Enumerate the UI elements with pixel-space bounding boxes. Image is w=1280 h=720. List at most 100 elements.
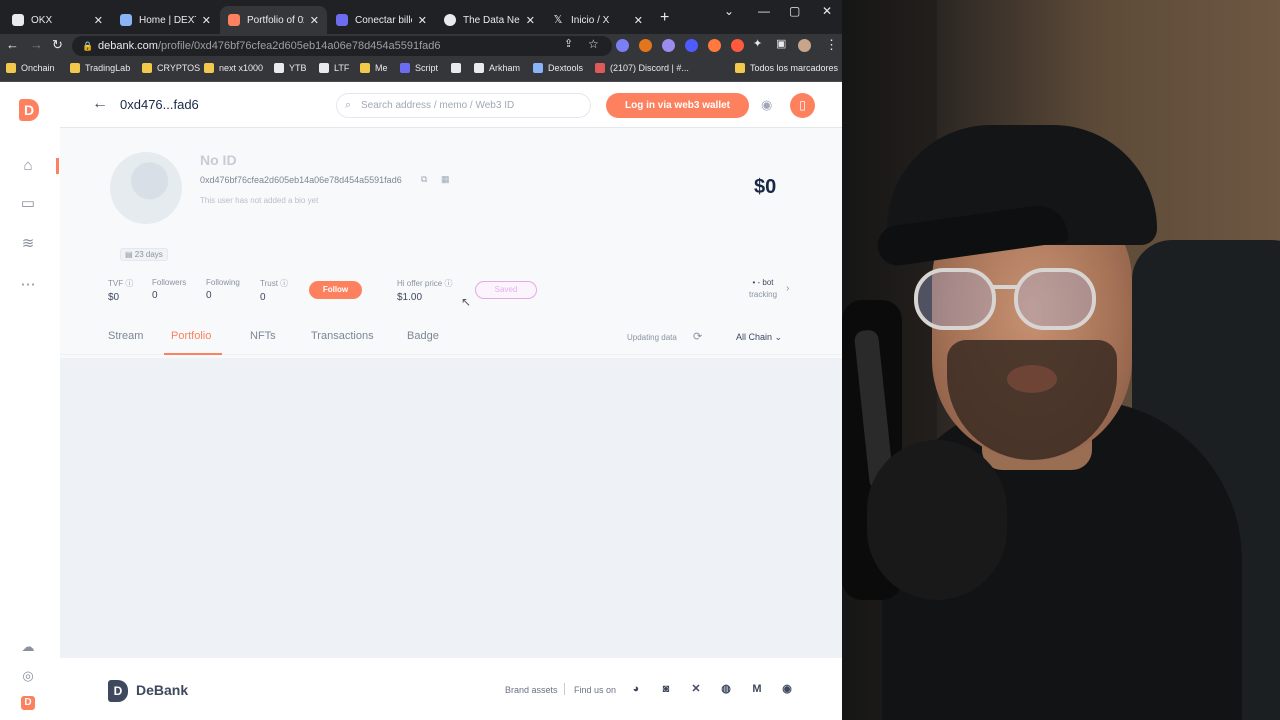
avatar — [110, 152, 182, 224]
bookmark-item[interactable] — [451, 63, 466, 73]
profile-card: No ID 0xd476bf76cfea2d605eb14a06e78d454a… — [60, 128, 842, 358]
x-logo-icon: 𝕏 — [553, 14, 563, 26]
extension-icon[interactable] — [685, 39, 698, 52]
close-tab-icon[interactable]: ✕ — [202, 14, 211, 27]
back-icon[interactable]: ← — [6, 37, 19, 52]
active-tab-underline — [164, 353, 222, 355]
mobile-app-button[interactable]: ▯ — [790, 93, 815, 118]
medium-icon[interactable]: M — [750, 682, 764, 696]
extension-icon[interactable] — [616, 39, 629, 52]
copy-icon[interactable]: ⧉ — [421, 174, 427, 185]
side-panel-icon[interactable]: ▣ — [776, 37, 786, 50]
settings-icon[interactable]: ◎ — [19, 667, 37, 685]
sidebar: D ⌂ ▭ ≋ ⋯ ☁ ◎ D — [0, 83, 60, 720]
discord-icon — [595, 63, 605, 73]
close-tab-icon[interactable]: ✕ — [418, 14, 427, 27]
close-tab-icon[interactable]: ✕ — [94, 14, 103, 27]
debank-logo[interactable]: D — [19, 99, 39, 121]
stat-following[interactable]: Following 0 — [206, 278, 240, 301]
stat-followers[interactable]: Followers 0 — [152, 278, 186, 301]
browser-tab-x[interactable]: 𝕏 Inicio / X ✕ — [544, 6, 651, 34]
debank-app-icon[interactable]: D — [21, 696, 35, 710]
x-twitter-icon[interactable]: ✕ — [689, 682, 703, 696]
debank-social-icon[interactable]: ◕ — [629, 682, 643, 696]
address-bar[interactable]: 🔒 debank.com/profile/0xd476bf76cfea2d605… — [72, 36, 612, 56]
link-icon — [451, 63, 461, 73]
login-web3-wallet-button[interactable]: Log in via web3 wallet — [606, 93, 749, 118]
cloud-icon[interactable]: ☁ — [19, 638, 37, 656]
brand-assets-link[interactable]: Brand assets — [505, 685, 558, 695]
bookmark-item[interactable]: TradingLab — [70, 63, 130, 73]
saved-button[interactable]: Saved — [475, 281, 537, 299]
extensions-puzzle-icon[interactable]: ✦ — [753, 37, 762, 50]
tab-search-icon[interactable]: ⌄ — [724, 4, 734, 18]
extension-icon[interactable] — [731, 39, 744, 52]
maximize-icon[interactable]: ▢ — [789, 4, 800, 18]
bookmark-item[interactable]: next x1000 — [204, 63, 263, 73]
tab-nfts[interactable]: NFTs — [250, 330, 276, 342]
browser-tab-conectar[interactable]: Conectar billete ✕ — [328, 6, 435, 34]
metamask-icon[interactable] — [639, 39, 652, 52]
bookmark-item[interactable]: LTF — [319, 63, 349, 73]
search-input[interactable]: ⌕ Search address / memo / Web3 ID — [336, 93, 591, 118]
dextools-icon — [533, 63, 543, 73]
github-icon[interactable]: ◍ — [719, 682, 733, 696]
tab-badge[interactable]: Badge — [407, 330, 439, 342]
follow-button[interactable]: Follow — [309, 281, 362, 299]
bookmark-item[interactable]: Onchain — [6, 63, 55, 73]
forward-icon[interactable]: → — [30, 37, 43, 52]
close-tab-icon[interactable]: ✕ — [526, 14, 535, 27]
webcam-feed — [842, 0, 1280, 720]
back-arrow-icon[interactable]: ← — [92, 95, 108, 113]
chat-icon[interactable]: ▭ — [19, 195, 37, 213]
portfolio-loading-area — [60, 358, 842, 658]
browser-tab-data-nerd[interactable]: The Data Nerd ✕ — [436, 6, 543, 34]
bookmark-item[interactable]: CRYPTOS — [142, 63, 200, 73]
bot-tracking-link[interactable]: • - bot tracking — [749, 278, 777, 299]
bookmark-item[interactable]: Arkham — [474, 63, 520, 73]
footer-brand: DeBank — [136, 682, 189, 698]
chat-bubble-icon[interactable]: ◉ — [780, 682, 794, 696]
new-tab-button[interactable]: + — [660, 9, 669, 27]
qr-code-icon[interactable]: ▦ — [441, 174, 450, 185]
chain-selector[interactable]: All Chain ⌄ — [736, 332, 782, 343]
close-tab-icon[interactable]: ✕ — [310, 14, 319, 27]
feed-icon[interactable]: ≋ — [19, 235, 37, 253]
close-tab-icon[interactable]: ✕ — [634, 14, 643, 27]
search-icon: ⌕ — [345, 99, 352, 111]
stat-hi-offer-price: Hi offer price ⓘ $1.00 — [397, 279, 453, 303]
tab-transactions[interactable]: Transactions — [311, 330, 374, 342]
profile-avatar[interactable] — [798, 39, 811, 52]
bookmark-item[interactable]: Me — [360, 63, 388, 73]
close-window-icon[interactable]: ✕ — [822, 4, 832, 18]
bookmark-item[interactable]: Todos los marcadores — [735, 63, 838, 73]
eye-icon[interactable]: ◉ — [761, 97, 772, 113]
bookmark-star-icon[interactable]: ☆ — [588, 37, 599, 51]
reload-icon[interactable]: ↻ — [52, 37, 63, 53]
more-icon[interactable]: ⋯ — [19, 276, 37, 294]
menu-kebab-icon[interactable]: ⋮ — [825, 37, 838, 53]
extension-icon[interactable] — [662, 39, 675, 52]
arkham-icon — [474, 63, 484, 73]
wallet-icon — [336, 14, 348, 26]
share-icon[interactable]: ⇪ — [564, 37, 573, 50]
discord-icon[interactable]: ◙ — [659, 682, 673, 696]
bookmark-item[interactable]: (2107) Discord | #... — [595, 63, 689, 73]
main-content: No ID 0xd476bf76cfea2d605eb14a06e78d454a… — [60, 128, 842, 658]
home-icon[interactable]: ⌂ — [19, 157, 37, 175]
tab-portfolio[interactable]: Portfolio — [171, 330, 211, 342]
refresh-icon[interactable]: ⟳ — [693, 330, 702, 343]
debank-icon — [228, 14, 240, 26]
tab-stream[interactable]: Stream — [108, 330, 143, 342]
bookmark-item[interactable]: YTB — [274, 63, 307, 73]
browser-tab-portfolio[interactable]: Portfolio of 0x ✕ — [220, 6, 327, 34]
bookmark-item[interactable]: Script — [400, 63, 438, 73]
browser-tab-okx[interactable]: OKX ✕ — [4, 6, 111, 34]
minimize-icon[interactable]: — — [758, 4, 770, 18]
bookmark-item[interactable]: Dextools — [533, 63, 583, 73]
updating-status: Updating data — [627, 333, 677, 342]
extension-icon[interactable] — [708, 39, 721, 52]
chevron-right-icon[interactable]: › — [786, 283, 789, 294]
browser-tab-dextools[interactable]: Home | DEXTo ✕ — [112, 6, 219, 34]
chevron-down-icon: ⌄ — [774, 332, 783, 342]
